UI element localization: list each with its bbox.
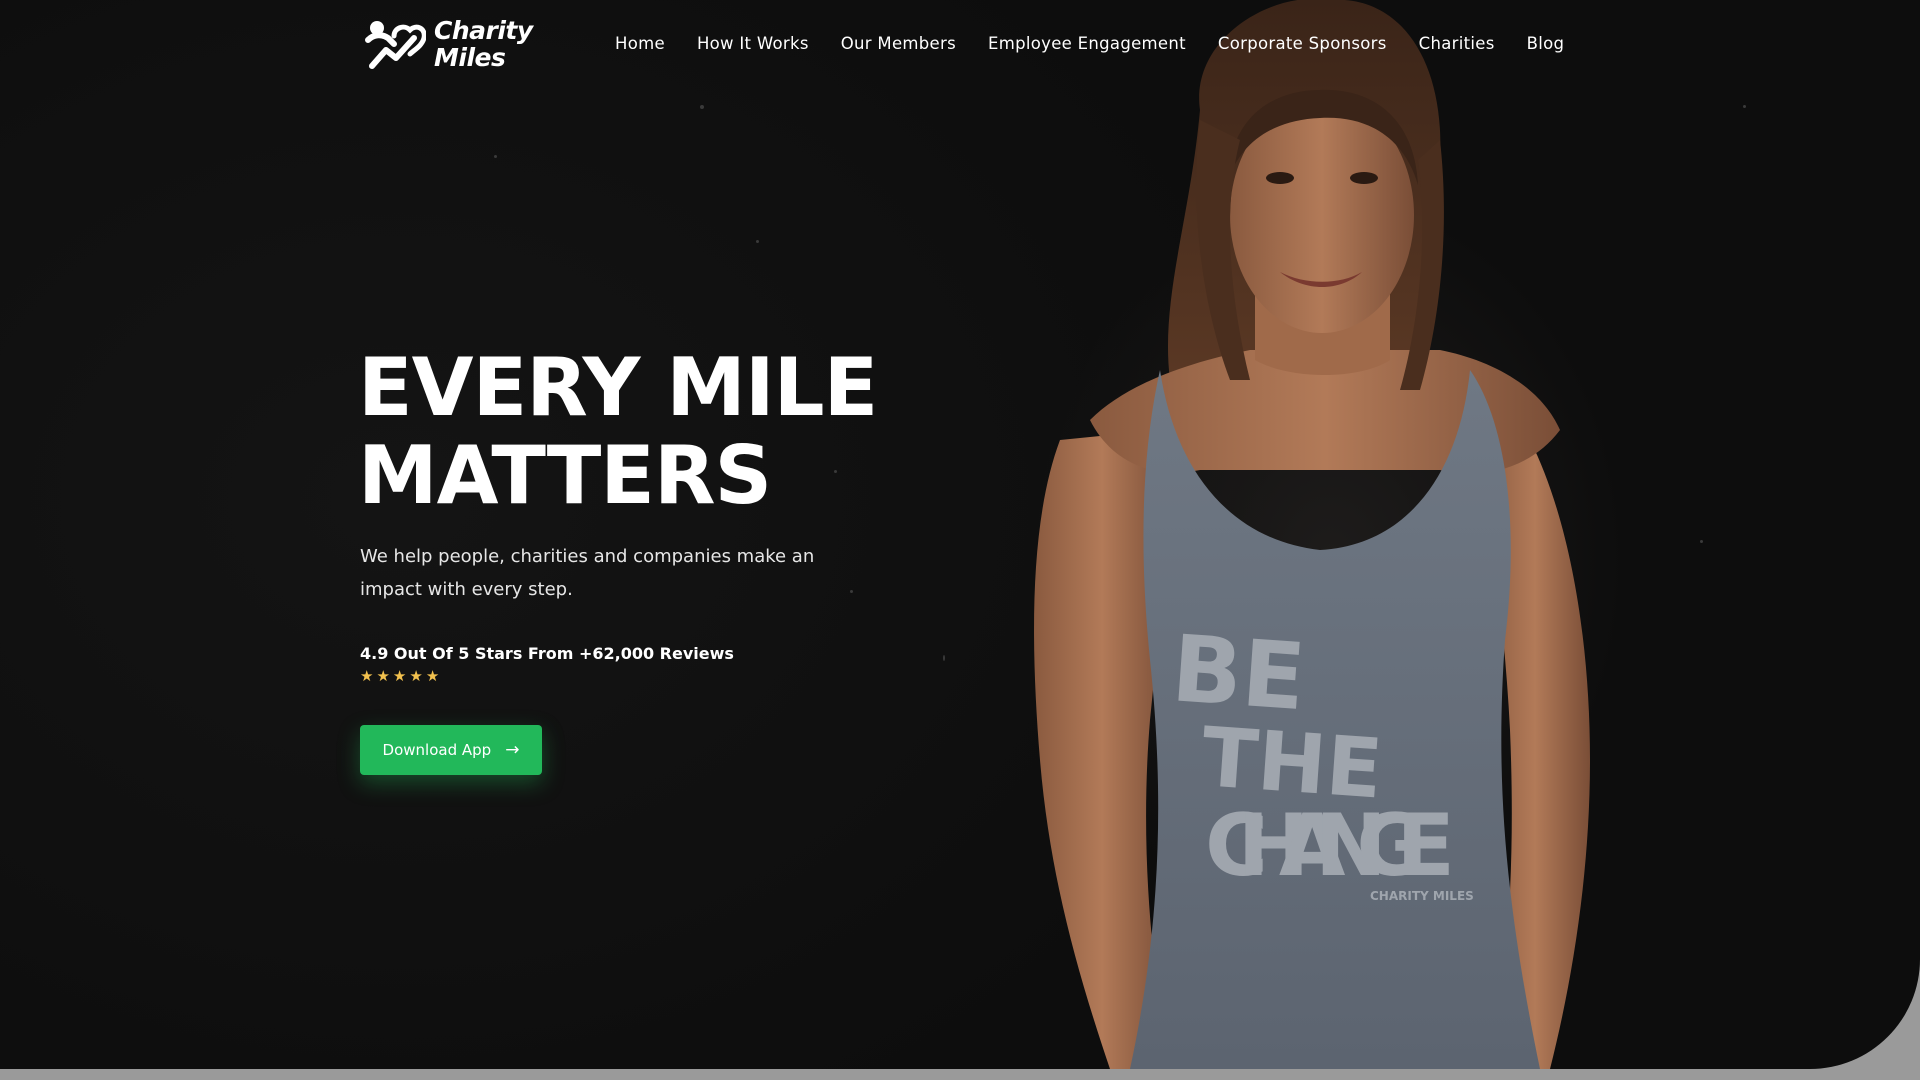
main-nav: Home How It Works Our Members Employee E… — [615, 34, 1596, 53]
headline-line-1: EVERY MILE — [358, 341, 878, 434]
nav-corporate-sponsors[interactable]: Corporate Sponsors — [1218, 34, 1387, 53]
hero-subhead: We help people, charities and companies … — [360, 546, 815, 600]
running-heart-icon — [365, 21, 426, 69]
hero-section: BE THE CHANGE CHARITY MILES Charity Mile… — [0, 0, 1920, 1069]
download-app-label: Download App — [382, 741, 492, 759]
hero-photo: BE THE CHANGE CHARITY MILES — [1034, 0, 1590, 1069]
reviews-summary: 4.9 Out Of 5 Stars From +62,000 Reviews — [360, 644, 734, 663]
download-app-button[interactable]: Download App → — [360, 725, 542, 775]
star-icon: ★ — [409, 667, 423, 685]
star-icon: ★ — [392, 667, 407, 685]
nav-how-it-works[interactable]: How It Works — [697, 34, 809, 53]
star-rating: ★ ★ ★ ★ ★ — [360, 668, 439, 684]
logo-line-1: Charity — [434, 16, 533, 45]
nav-our-members[interactable]: Our Members — [841, 34, 956, 53]
hero-headline: EVERY MILE MATTERS — [358, 344, 918, 520]
nav-home[interactable]: Home — [615, 34, 665, 53]
logo-text: Charity Miles — [434, 17, 533, 71]
nav-charities[interactable]: Charities — [1419, 34, 1495, 53]
arrow-right-icon: → — [505, 740, 520, 760]
star-icon: ★ — [376, 667, 390, 685]
star-icon: ★ — [425, 667, 440, 685]
star-icon: ★ — [360, 667, 374, 685]
nav-employee-engagement[interactable]: Employee Engagement — [988, 34, 1186, 53]
shirt-text-change: CHANGE — [1205, 796, 1455, 896]
headline-line-2: MATTERS — [358, 429, 772, 522]
logo-line-2: Miles — [434, 43, 506, 72]
nav-blog[interactable]: Blog — [1527, 34, 1565, 53]
page-bottom-strip — [0, 1069, 1920, 1080]
shirt-tag: CHARITY MILES — [1370, 889, 1474, 903]
site-logo[interactable]: Charity Miles — [364, 16, 533, 72]
